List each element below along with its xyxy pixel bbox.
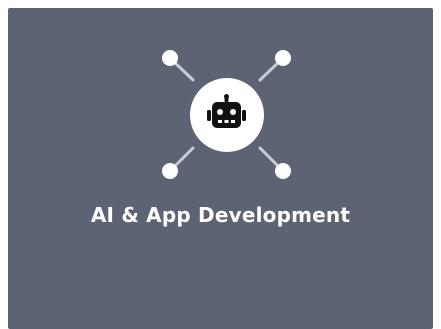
network-node-top-left [162, 50, 178, 66]
card-title: AI & App Development [90, 203, 351, 227]
ai-network-graphic [162, 50, 291, 179]
network-node-bottom-right [275, 163, 291, 179]
service-card[interactable]: AI & App Development [8, 8, 433, 329]
network-node-bottom-left [162, 163, 178, 179]
network-node-top-right [275, 50, 291, 66]
